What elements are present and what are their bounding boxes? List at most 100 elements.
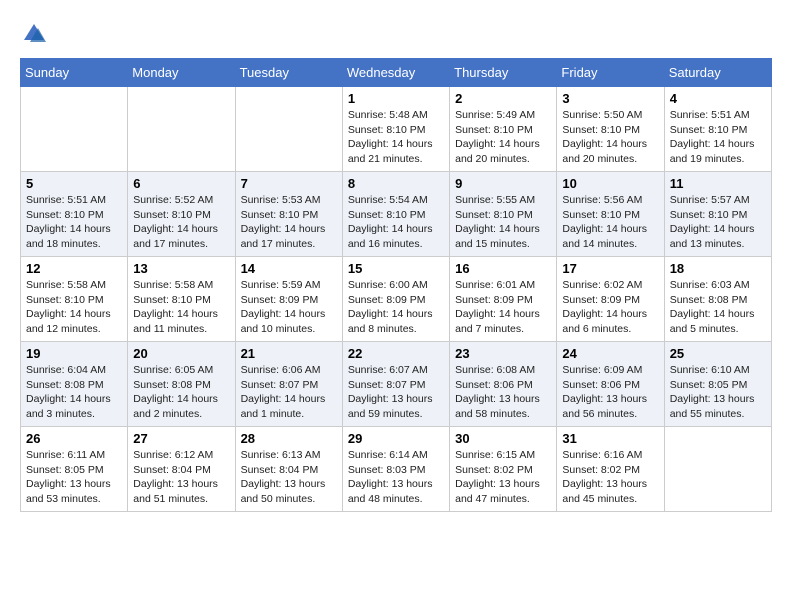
calendar-cell: 10Sunrise: 5:56 AMSunset: 8:10 PMDayligh… (557, 172, 664, 257)
day-info: Sunrise: 5:55 AMSunset: 8:10 PMDaylight:… (455, 193, 551, 252)
day-number: 30 (455, 431, 551, 446)
calendar-week-row: 19 Sunrise: 6:04 AMSunset: 8:08 PMDayligh… (21, 342, 772, 427)
day-info: Sunrise: 5:50 AMSunset: 8:10 PMDaylight:… (562, 108, 658, 167)
day-info: Sunrise: 6:04 AMSunset: 8:08 PMDaylight:… (26, 363, 122, 422)
calendar-cell: 21 Sunrise: 6:06 AMSunset: 8:07 PMDayligh… (235, 342, 342, 427)
weekday-header: Friday (557, 59, 664, 87)
day-number: 4 (670, 91, 766, 106)
calendar-cell: 3 Sunrise: 5:50 AMSunset: 8:10 PMDaylight… (557, 87, 664, 172)
calendar-cell: 11 Sunrise: 5:57 AMSunset: 8:10 PMDayligh… (664, 172, 771, 257)
day-number: 3 (562, 91, 658, 106)
calendar-week-row: 5Sunrise: 5:51 AMSunset: 8:10 PMDaylight… (21, 172, 772, 257)
calendar-cell: 22 Sunrise: 6:07 AMSunset: 8:07 PMDayligh… (342, 342, 449, 427)
calendar-cell: 2 Sunrise: 5:49 AMSunset: 8:10 PMDaylight… (450, 87, 557, 172)
day-number: 15 (348, 261, 444, 276)
calendar-cell: 24Sunrise: 6:09 AMSunset: 8:06 PMDayligh… (557, 342, 664, 427)
calendar-cell: 12 Sunrise: 5:58 AMSunset: 8:10 PMDayligh… (21, 257, 128, 342)
weekday-header: Wednesday (342, 59, 449, 87)
day-number: 31 (562, 431, 658, 446)
day-number: 18 (670, 261, 766, 276)
day-info: Sunrise: 6:13 AMSunset: 8:04 PMDaylight:… (241, 448, 337, 507)
day-number: 10 (562, 176, 658, 191)
calendar-cell: 15 Sunrise: 6:00 AMSunset: 8:09 PMDayligh… (342, 257, 449, 342)
logo (20, 20, 52, 48)
day-info: Sunrise: 5:52 AMSunset: 8:10 PMDaylight:… (133, 193, 229, 252)
day-number: 6 (133, 176, 229, 191)
weekday-header: Tuesday (235, 59, 342, 87)
day-number: 27 (133, 431, 229, 446)
day-info: Sunrise: 6:06 AMSunset: 8:07 PMDaylight:… (241, 363, 337, 422)
day-info: Sunrise: 5:58 AMSunset: 8:10 PMDaylight:… (26, 278, 122, 337)
calendar-cell: 29 Sunrise: 6:14 AMSunset: 8:03 PMDayligh… (342, 427, 449, 512)
calendar-cell: 19 Sunrise: 6:04 AMSunset: 8:08 PMDayligh… (21, 342, 128, 427)
day-info: Sunrise: 6:15 AMSunset: 8:02 PMDaylight:… (455, 448, 551, 507)
day-number: 28 (241, 431, 337, 446)
calendar-cell: 1 Sunrise: 5:48 AMSunset: 8:10 PMDaylight… (342, 87, 449, 172)
calendar-cell: 27 Sunrise: 6:12 AMSunset: 8:04 PMDayligh… (128, 427, 235, 512)
day-number: 20 (133, 346, 229, 361)
calendar-cell: 13Sunrise: 5:58 AMSunset: 8:10 PMDayligh… (128, 257, 235, 342)
calendar-cell: 25 Sunrise: 6:10 AMSunset: 8:05 PMDayligh… (664, 342, 771, 427)
calendar-header-row: SundayMondayTuesdayWednesdayThursdayFrid… (21, 59, 772, 87)
calendar-week-row: 12 Sunrise: 5:58 AMSunset: 8:10 PMDayligh… (21, 257, 772, 342)
day-number: 22 (348, 346, 444, 361)
calendar-cell: 26 Sunrise: 6:11 AMSunset: 8:05 PMDayligh… (21, 427, 128, 512)
day-number: 26 (26, 431, 122, 446)
weekday-header: Saturday (664, 59, 771, 87)
day-info: Sunrise: 5:57 AMSunset: 8:10 PMDaylight:… (670, 193, 766, 252)
day-info: Sunrise: 6:08 AMSunset: 8:06 PMDaylight:… (455, 363, 551, 422)
day-info: Sunrise: 5:49 AMSunset: 8:10 PMDaylight:… (455, 108, 551, 167)
day-number: 23 (455, 346, 551, 361)
calendar-cell: 28 Sunrise: 6:13 AMSunset: 8:04 PMDayligh… (235, 427, 342, 512)
calendar-cell: 8Sunrise: 5:54 AMSunset: 8:10 PMDaylight… (342, 172, 449, 257)
calendar-cell (128, 87, 235, 172)
day-info: Sunrise: 5:58 AMSunset: 8:10 PMDaylight:… (133, 278, 229, 337)
day-info: Sunrise: 6:12 AMSunset: 8:04 PMDaylight:… (133, 448, 229, 507)
calendar-cell: 23 Sunrise: 6:08 AMSunset: 8:06 PMDayligh… (450, 342, 557, 427)
day-info: Sunrise: 6:11 AMSunset: 8:05 PMDaylight:… (26, 448, 122, 507)
day-info: Sunrise: 5:53 AMSunset: 8:10 PMDaylight:… (241, 193, 337, 252)
day-number: 21 (241, 346, 337, 361)
day-info: Sunrise: 6:00 AMSunset: 8:09 PMDaylight:… (348, 278, 444, 337)
day-info: Sunrise: 6:01 AMSunset: 8:09 PMDaylight:… (455, 278, 551, 337)
calendar-cell (21, 87, 128, 172)
day-info: Sunrise: 6:07 AMSunset: 8:07 PMDaylight:… (348, 363, 444, 422)
day-number: 12 (26, 261, 122, 276)
day-info: Sunrise: 6:03 AMSunset: 8:08 PMDaylight:… (670, 278, 766, 337)
day-info: Sunrise: 6:14 AMSunset: 8:03 PMDaylight:… (348, 448, 444, 507)
day-info: Sunrise: 5:51 AMSunset: 8:10 PMDaylight:… (670, 108, 766, 167)
calendar-table: SundayMondayTuesdayWednesdayThursdayFrid… (20, 58, 772, 512)
day-number: 11 (670, 176, 766, 191)
day-info: Sunrise: 5:48 AMSunset: 8:10 PMDaylight:… (348, 108, 444, 167)
weekday-header: Monday (128, 59, 235, 87)
day-info: Sunrise: 6:16 AMSunset: 8:02 PMDaylight:… (562, 448, 658, 507)
day-number: 25 (670, 346, 766, 361)
day-number: 1 (348, 91, 444, 106)
day-number: 19 (26, 346, 122, 361)
day-number: 5 (26, 176, 122, 191)
calendar-cell: 9Sunrise: 5:55 AMSunset: 8:10 PMDaylight… (450, 172, 557, 257)
day-number: 17 (562, 261, 658, 276)
day-number: 16 (455, 261, 551, 276)
day-number: 24 (562, 346, 658, 361)
weekday-header: Sunday (21, 59, 128, 87)
day-info: Sunrise: 6:10 AMSunset: 8:05 PMDaylight:… (670, 363, 766, 422)
calendar-cell: 4 Sunrise: 5:51 AMSunset: 8:10 PMDaylight… (664, 87, 771, 172)
day-number: 2 (455, 91, 551, 106)
calendar-cell: 31 Sunrise: 6:16 AMSunset: 8:02 PMDayligh… (557, 427, 664, 512)
calendar-cell (235, 87, 342, 172)
day-info: Sunrise: 5:59 AMSunset: 8:09 PMDaylight:… (241, 278, 337, 337)
calendar-cell: 18 Sunrise: 6:03 AMSunset: 8:08 PMDayligh… (664, 257, 771, 342)
day-number: 8 (348, 176, 444, 191)
day-number: 29 (348, 431, 444, 446)
calendar-cell: 16 Sunrise: 6:01 AMSunset: 8:09 PMDayligh… (450, 257, 557, 342)
day-info: Sunrise: 6:05 AMSunset: 8:08 PMDaylight:… (133, 363, 229, 422)
logo-icon (20, 20, 48, 48)
page-header (20, 20, 772, 48)
calendar-week-row: 26 Sunrise: 6:11 AMSunset: 8:05 PMDayligh… (21, 427, 772, 512)
calendar-cell: 6 Sunrise: 5:52 AMSunset: 8:10 PMDaylight… (128, 172, 235, 257)
calendar-cell: 17Sunrise: 6:02 AMSunset: 8:09 PMDayligh… (557, 257, 664, 342)
calendar-cell: 14Sunrise: 5:59 AMSunset: 8:09 PMDayligh… (235, 257, 342, 342)
calendar-cell: 30 Sunrise: 6:15 AMSunset: 8:02 PMDayligh… (450, 427, 557, 512)
calendar-week-row: 1 Sunrise: 5:48 AMSunset: 8:10 PMDaylight… (21, 87, 772, 172)
